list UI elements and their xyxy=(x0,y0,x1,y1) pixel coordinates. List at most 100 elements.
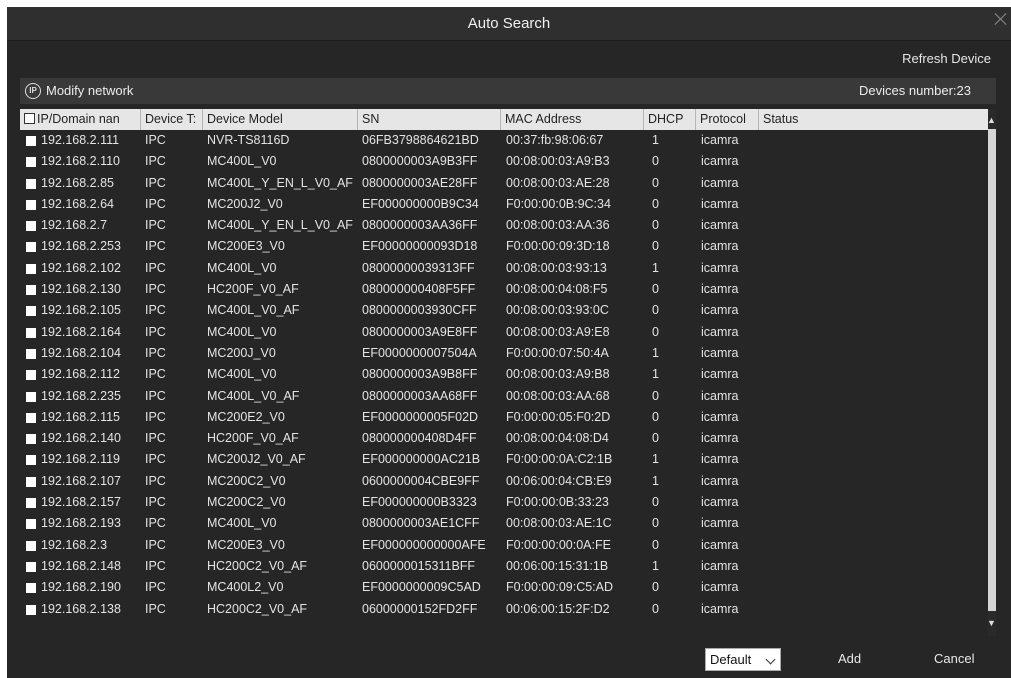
cell-device-model: MC200C2_V0 xyxy=(207,495,286,510)
table-row[interactable]: 192.168.2.140 IPC HC200F_V0_AF 080000000408… xyxy=(20,428,990,449)
table-row[interactable]: 192.168.2.64 IPC MC200J2_V0 EF000000000B9C3… xyxy=(20,194,990,215)
table-row[interactable]: 192.168.2.148 IPC HC200C2_V0_AF 06000000153… xyxy=(20,556,990,577)
row-checkbox[interactable] xyxy=(26,476,36,487)
cell-device-model: MC200C2_V0 xyxy=(207,473,286,488)
cell-ip: 192.168.2.190 xyxy=(41,580,121,595)
table-row[interactable]: 192.168.2.190 IPC MC400L2_V0 EF0000000009C5… xyxy=(20,577,990,598)
table-row[interactable]: 192.168.2.3 IPC MC200E3_V0 EF000000000000AF… xyxy=(20,535,990,556)
scroll-down-icon[interactable]: ▼ xyxy=(987,618,996,628)
row-checkbox[interactable] xyxy=(26,583,36,594)
table-row[interactable]: 192.168.2.115 IPC MC200E2_V0 EF0000000005F0… xyxy=(20,407,990,428)
row-checkbox[interactable] xyxy=(26,157,36,168)
cell-device-model: MC400L_Y_EN_L_V0_AF xyxy=(207,218,353,233)
cell-ip: 192.168.2.64 xyxy=(41,196,114,211)
cell-sn: EF000000000B3323 xyxy=(362,495,477,510)
column-header-status[interactable]: Status xyxy=(759,109,990,130)
cell-device-model: MC200J2_V0 xyxy=(207,196,283,211)
row-checkbox[interactable] xyxy=(26,242,36,253)
cell-protocol: icamra xyxy=(701,452,739,467)
cell-protocol: icamra xyxy=(701,303,739,318)
row-checkbox[interactable] xyxy=(26,412,36,423)
cell-device-type: IPC xyxy=(145,388,166,403)
scroll-up-icon[interactable]: ▲ xyxy=(987,115,996,125)
row-checkbox[interactable] xyxy=(26,540,36,551)
cell-ip: 192.168.2.7 xyxy=(41,218,108,233)
column-header-device-type[interactable]: Device T: xyxy=(141,109,203,130)
cell-device-model: MC400L_V0 xyxy=(207,516,277,531)
table-row[interactable]: 192.168.2.112 IPC MC400L_V0 0800000003A9B8F… xyxy=(20,364,990,385)
row-checkbox[interactable] xyxy=(26,434,36,445)
cell-device-type: IPC xyxy=(145,452,166,467)
table-row[interactable]: 192.168.2.7 IPC MC400L_Y_EN_L_V0_AF 0800000… xyxy=(20,215,990,236)
table-row[interactable]: 192.168.2.102 IPC MC400L_V0 08000000039313F… xyxy=(20,258,990,279)
cell-mac: 00:06:00:04:CB:E9 xyxy=(506,473,612,488)
scrollbar-thumb[interactable] xyxy=(988,129,996,611)
table-row[interactable]: 192.168.2.107 IPC MC200C2_V0 0600000004CBE9… xyxy=(20,471,990,492)
cell-dhcp: 0 xyxy=(652,409,659,424)
table-row[interactable]: 192.168.2.138 IPC HC200C2_V0_AF 06000000152… xyxy=(20,599,990,620)
cell-ip: 192.168.2.3 xyxy=(41,537,108,552)
row-checkbox[interactable] xyxy=(26,306,36,317)
cancel-button[interactable]: Cancel xyxy=(934,651,974,666)
table-row[interactable]: 192.168.2.164 IPC MC400L_V0 0800000003A9E8F… xyxy=(20,322,990,343)
row-checkbox[interactable] xyxy=(26,199,36,210)
cell-sn: 0800000003A9B3FF xyxy=(362,154,478,169)
add-button[interactable]: Add xyxy=(838,651,861,666)
row-checkbox[interactable] xyxy=(26,498,36,509)
ip-icon[interactable]: IP xyxy=(25,83,41,99)
row-checkbox[interactable] xyxy=(26,327,36,338)
cell-mac: 00:06:00:15:2F:D2 xyxy=(506,601,610,616)
table-row[interactable]: 192.168.2.130 IPC HC200F_V0_AF 080000000408… xyxy=(20,279,990,300)
row-checkbox[interactable] xyxy=(26,391,36,402)
column-header-mac[interactable]: MAC Address xyxy=(501,109,644,130)
table-row[interactable]: 192.168.2.110 IPC MC400L_V0 0800000003A9B3F… xyxy=(20,151,990,172)
row-checkbox[interactable] xyxy=(26,519,36,530)
column-header-protocol[interactable]: Protocol xyxy=(696,109,759,130)
row-checkbox[interactable] xyxy=(26,263,36,274)
row-checkbox[interactable] xyxy=(26,285,36,296)
cell-protocol: icamra xyxy=(701,580,739,595)
refresh-device-button[interactable]: Refresh Device xyxy=(902,51,991,66)
modify-network-button[interactable]: Modify network xyxy=(46,83,133,98)
cell-sn: 0800000003AA68FF xyxy=(362,388,478,403)
column-header-ip[interactable]: IP/Domain nan xyxy=(20,109,141,130)
protocol-select[interactable]: Default xyxy=(705,648,781,671)
protocol-select-value: Default xyxy=(710,652,752,667)
cell-protocol: icamra xyxy=(701,154,739,169)
close-icon[interactable] xyxy=(993,11,1009,27)
row-checkbox[interactable] xyxy=(26,370,36,381)
cell-mac: F0:00:00:05:F0:2D xyxy=(506,409,611,424)
cell-mac: 00:08:00:03:A9:E8 xyxy=(506,324,610,339)
row-checkbox[interactable] xyxy=(26,348,36,359)
row-checkbox[interactable] xyxy=(26,178,36,189)
select-all-checkbox[interactable] xyxy=(24,113,35,124)
table-row[interactable]: 192.168.2.104 IPC MC200J_V0 EF0000000007504… xyxy=(20,343,990,364)
row-checkbox[interactable] xyxy=(26,604,36,615)
cell-device-type: IPC xyxy=(145,260,166,275)
cell-dhcp: 1 xyxy=(652,473,659,488)
table-row[interactable]: 192.168.2.85 IPC MC400L_Y_EN_L_V0_AF 080000… xyxy=(20,173,990,194)
table-row[interactable]: 192.168.2.253 IPC MC200E3_V0 EF00000000093D… xyxy=(20,236,990,257)
vertical-scrollbar[interactable]: ▲ ▼ xyxy=(987,109,996,636)
cell-device-type: IPC xyxy=(145,473,166,488)
cell-mac: F0:00:00:09:C5:AD xyxy=(506,580,614,595)
cell-device-model: MC200E2_V0 xyxy=(207,409,285,424)
table-row[interactable]: 192.168.2.157 IPC MC200C2_V0 EF000000000B33… xyxy=(20,492,990,513)
cell-device-model: MC200E3_V0 xyxy=(207,537,285,552)
column-header-dhcp[interactable]: DHCP xyxy=(644,109,696,130)
column-header-sn[interactable]: SN xyxy=(358,109,501,130)
row-checkbox[interactable] xyxy=(26,455,36,466)
row-checkbox[interactable] xyxy=(26,136,36,146)
column-header-device-model[interactable]: Device Model xyxy=(203,109,358,130)
row-checkbox[interactable] xyxy=(26,561,36,572)
table-row[interactable]: 192.168.2.105 IPC MC400L_V0_AF 080000000393… xyxy=(20,300,990,321)
row-checkbox[interactable] xyxy=(26,221,36,232)
cell-dhcp: 0 xyxy=(652,324,659,339)
table-row[interactable]: 192.168.2.235 IPC MC400L_V0_AF 0800000003AA… xyxy=(20,386,990,407)
table-row[interactable]: 192.168.2.111 IPC NVR-TS8116D 06FB379886462… xyxy=(20,130,990,151)
cell-dhcp: 1 xyxy=(652,133,659,147)
cell-ip: 192.168.2.138 xyxy=(41,601,121,616)
table-row[interactable]: 192.168.2.193 IPC MC400L_V0 0800000003AE1CF… xyxy=(20,513,990,534)
cell-ip: 192.168.2.157 xyxy=(41,495,121,510)
table-row[interactable]: 192.168.2.119 IPC MC200J2_V0_AF EF000000000… xyxy=(20,449,990,470)
